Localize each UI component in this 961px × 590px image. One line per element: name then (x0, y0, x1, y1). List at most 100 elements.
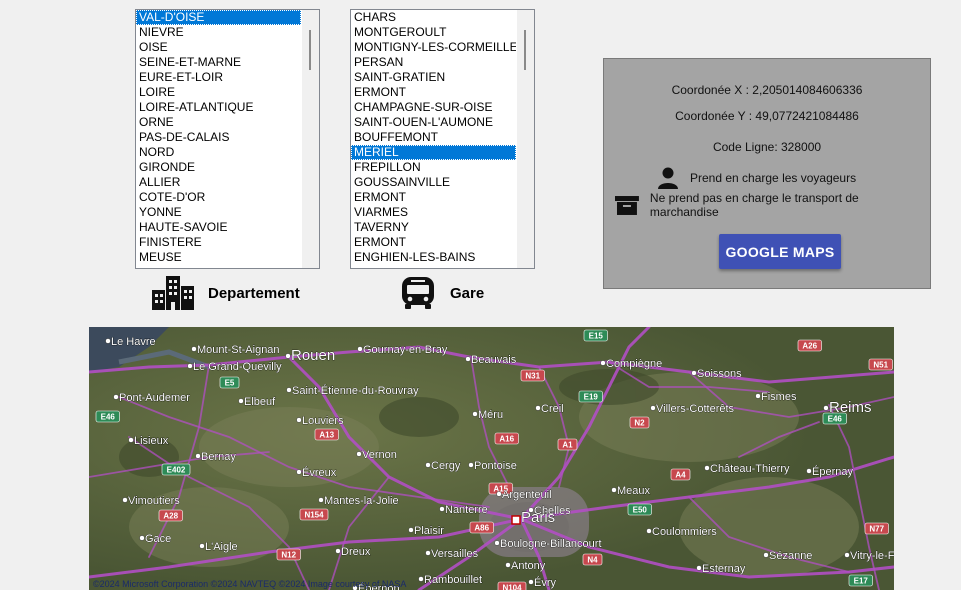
gare-list-item[interactable]: CHAMPAGNE-SUR-OISE (351, 100, 516, 115)
road-shield: E50 (627, 503, 652, 516)
road-shield: A28 (158, 509, 183, 522)
road-shield: N154 (299, 508, 329, 521)
departement-list-item[interactable]: OISE (136, 40, 301, 55)
road-shield: E46 (95, 410, 120, 423)
gare-list-item[interactable]: TAVERNY (351, 220, 516, 235)
departement-list-item[interactable]: ALLIER (136, 175, 301, 190)
departement-list-item[interactable]: COTE-D'OR (136, 190, 301, 205)
road-shield-label: E46 (101, 413, 116, 422)
road-shield-label: E5 (225, 379, 235, 388)
road-shield-label: N4 (587, 556, 598, 565)
city-marker (646, 528, 652, 534)
city-label: Meaux (617, 485, 651, 497)
road-shield: A16 (494, 432, 519, 445)
city-label: Évreux (302, 466, 337, 479)
departement-list-item[interactable]: PAS-DE-CALAIS (136, 130, 301, 145)
city-label: Le Havre (111, 336, 156, 348)
departement-list-item[interactable]: NORD (136, 145, 301, 160)
departement-list-item[interactable]: ORNE (136, 115, 301, 130)
city-marker (356, 451, 362, 457)
city-label: Elbeuf (244, 396, 276, 408)
city-marker (696, 565, 702, 571)
city-marker (139, 535, 145, 541)
map-canvas[interactable]: E5E46E402A28N12N154A13 A16N31E19E15A1A15A… (89, 327, 894, 590)
departement-listbox[interactable]: VAL-D'OISE NIEVRE OISE SEINE-ET-MARNE EURE-E… (135, 9, 320, 269)
city-label: Rouen (291, 347, 335, 364)
gare-list-item[interactable]: ERMONT (351, 190, 516, 205)
gare-list-item[interactable]: FREPILLON (351, 160, 516, 175)
departement-list-item[interactable]: SEINE-ET-MARNE (136, 55, 301, 70)
city-label: Soissons (697, 368, 742, 380)
road-shield-label: E15 (589, 332, 604, 341)
road-shield: E17 (848, 574, 873, 587)
gare-list-item[interactable]: ENGHIEN-LES-BAINS (351, 250, 516, 265)
scrollbar-thumb[interactable] (309, 30, 311, 70)
gare-list-item[interactable]: CHARS (351, 10, 516, 25)
road-shield: N77 (864, 522, 889, 535)
map-view[interactable]: E5 E46 E402 A28 N12 N154 A13 A16 N31 E19 E15 A1 A15 A… (89, 327, 894, 590)
gare-list-item[interactable]: PERSAN (351, 55, 516, 70)
road-shield-label: A13 (319, 431, 334, 440)
city-label: Épernay (812, 465, 853, 478)
city-label: Gournay-en-Bray (363, 344, 448, 356)
departement-list-item[interactable]: VAL-D'OISE (136, 10, 301, 25)
departement-list-item[interactable]: LOIRE (136, 85, 301, 100)
scrollbar-thumb[interactable] (524, 30, 526, 70)
road-shield-label: N2 (634, 419, 645, 428)
city-label: Méru (478, 409, 503, 421)
city-marker (335, 548, 341, 554)
departement-list-item[interactable]: HAUTE-SAVOIE (136, 220, 301, 235)
city-label: Plaisir (414, 525, 444, 537)
city-label: Vernon (362, 449, 397, 461)
gare-list-item[interactable]: MONTIGNY-LES-CORMEILLES (351, 40, 516, 55)
map-copyright: ©2024 Microsoft Corporation ©2024 NAVTEQ… (93, 579, 407, 589)
departement-list-item[interactable]: NIEVRE (136, 25, 301, 40)
departement-scrollbar[interactable] (302, 10, 319, 268)
marchandise-row: Ne prend pas en charge le transport de m… (614, 191, 930, 219)
marchandise-label: Ne prend pas en charge le transport de m… (649, 191, 859, 219)
departement-list-item[interactable]: GIRONDE (136, 160, 301, 175)
gare-list-item[interactable]: BOUFFEMONT (351, 130, 516, 145)
departement-items: VAL-D'OISE NIEVRE OISE SEINE-ET-MARNE EURE-E… (136, 10, 301, 265)
coord-y-label: Coordonée Y : 49,0772421084486 (675, 109, 859, 123)
gare-list-item[interactable]: GOUSSAINVILLE (351, 175, 516, 190)
gare-list-item[interactable]: MONTGEROULT (351, 25, 516, 40)
city-label: Nanterre (445, 504, 488, 516)
archive-box-icon (614, 196, 639, 215)
city-marker (650, 405, 656, 411)
gare-list-item[interactable]: ERMONT (351, 85, 516, 100)
gare-list-item[interactable]: SAINT-OUEN-L'AUMONE (351, 115, 516, 130)
gare-listbox[interactable]: CHARS MONTGEROULT MONTIGNY-LES-CORMEILLES P… (350, 9, 535, 269)
road-shield-label: E19 (584, 393, 599, 402)
city-marker (238, 398, 244, 404)
gare-list-item[interactable]: VIARMES (351, 205, 516, 220)
gare-list-item[interactable]: SAINT-GRATIEN (351, 70, 516, 85)
city-marker (296, 469, 302, 475)
gare-scrollbar[interactable] (517, 10, 534, 268)
city-label: Cergy (431, 460, 461, 472)
city-marker (806, 468, 812, 474)
departement-list-item[interactable]: YONNE (136, 205, 301, 220)
google-maps-button[interactable]: GOOGLE MAPS (719, 234, 841, 269)
city-label: Mantes-la-Jolie (324, 495, 399, 507)
city-marker (105, 338, 111, 344)
city-marker (439, 506, 445, 512)
city-label: Fismes (761, 391, 797, 403)
road-shield-label: N104 (502, 584, 522, 590)
road-shield: A13 (314, 428, 339, 441)
gare-caption: Gare (400, 276, 484, 310)
departement-list-item[interactable]: LOIRE-ATLANTIQUE (136, 100, 301, 115)
departement-list-item[interactable]: FINISTERE (136, 235, 301, 250)
departement-list-item[interactable]: EURE-ET-LOIR (136, 70, 301, 85)
city-label: Dreux (341, 546, 371, 558)
city-label: Coulommiers (652, 526, 717, 538)
city-label: Boulogne-Billancourt (500, 538, 602, 550)
city-label: Mount-St-Aignan (197, 344, 280, 356)
station-marker[interactable] (511, 515, 521, 525)
departement-list-item[interactable]: MEUSE (136, 250, 301, 265)
gare-list-item[interactable]: ERMONT (351, 235, 516, 250)
gare-list-item[interactable]: MERIEL (351, 145, 516, 160)
city-label: Bernay (201, 451, 236, 463)
city-marker (600, 360, 606, 366)
city-marker (296, 417, 302, 423)
